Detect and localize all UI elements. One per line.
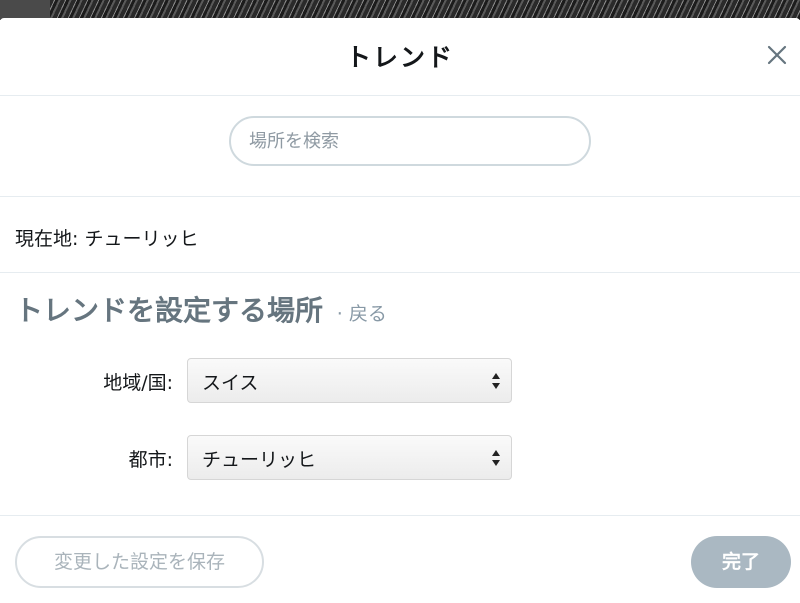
- background-page-edge: [0, 0, 50, 20]
- trend-location-settings: トレンドを設定する場所 · 戻る 地域/国: スイス 都市: チューリッヒ: [0, 273, 800, 516]
- background-page: [0, 0, 800, 20]
- current-location-text: 現在地: チューリッヒ: [15, 228, 199, 250]
- city-label: 都市:: [128, 449, 173, 471]
- modal-title: トレンド: [345, 43, 454, 72]
- city-select-value: チューリッヒ: [202, 449, 317, 471]
- settings-heading: トレンドを設定する場所 · 戻る: [15, 289, 387, 329]
- back-link[interactable]: · 戻る: [337, 303, 387, 325]
- modal-header: トレンド: [0, 18, 800, 96]
- city-select[interactable]: チューリッヒ: [187, 435, 512, 480]
- location-search-input[interactable]: [229, 116, 591, 166]
- region-select[interactable]: スイス: [187, 358, 512, 403]
- current-location-section: 現在地: チューリッヒ: [0, 197, 800, 273]
- close-button[interactable]: [764, 42, 790, 68]
- select-arrows-icon: [492, 373, 500, 389]
- region-select-value: スイス: [202, 372, 259, 394]
- search-section: [0, 96, 800, 197]
- done-button[interactable]: 完了: [691, 536, 791, 588]
- region-label: 地域/国:: [103, 372, 173, 394]
- save-changes-button[interactable]: 変更した設定を保存: [15, 536, 264, 588]
- settings-heading-text: トレンドを設定する場所: [15, 294, 324, 327]
- trends-modal: トレンド 現在地: チューリッヒ トレンドを設定する場所 · 戻る 地域/国: …: [0, 18, 800, 603]
- select-arrows-icon: [492, 450, 500, 466]
- close-icon: [767, 45, 787, 65]
